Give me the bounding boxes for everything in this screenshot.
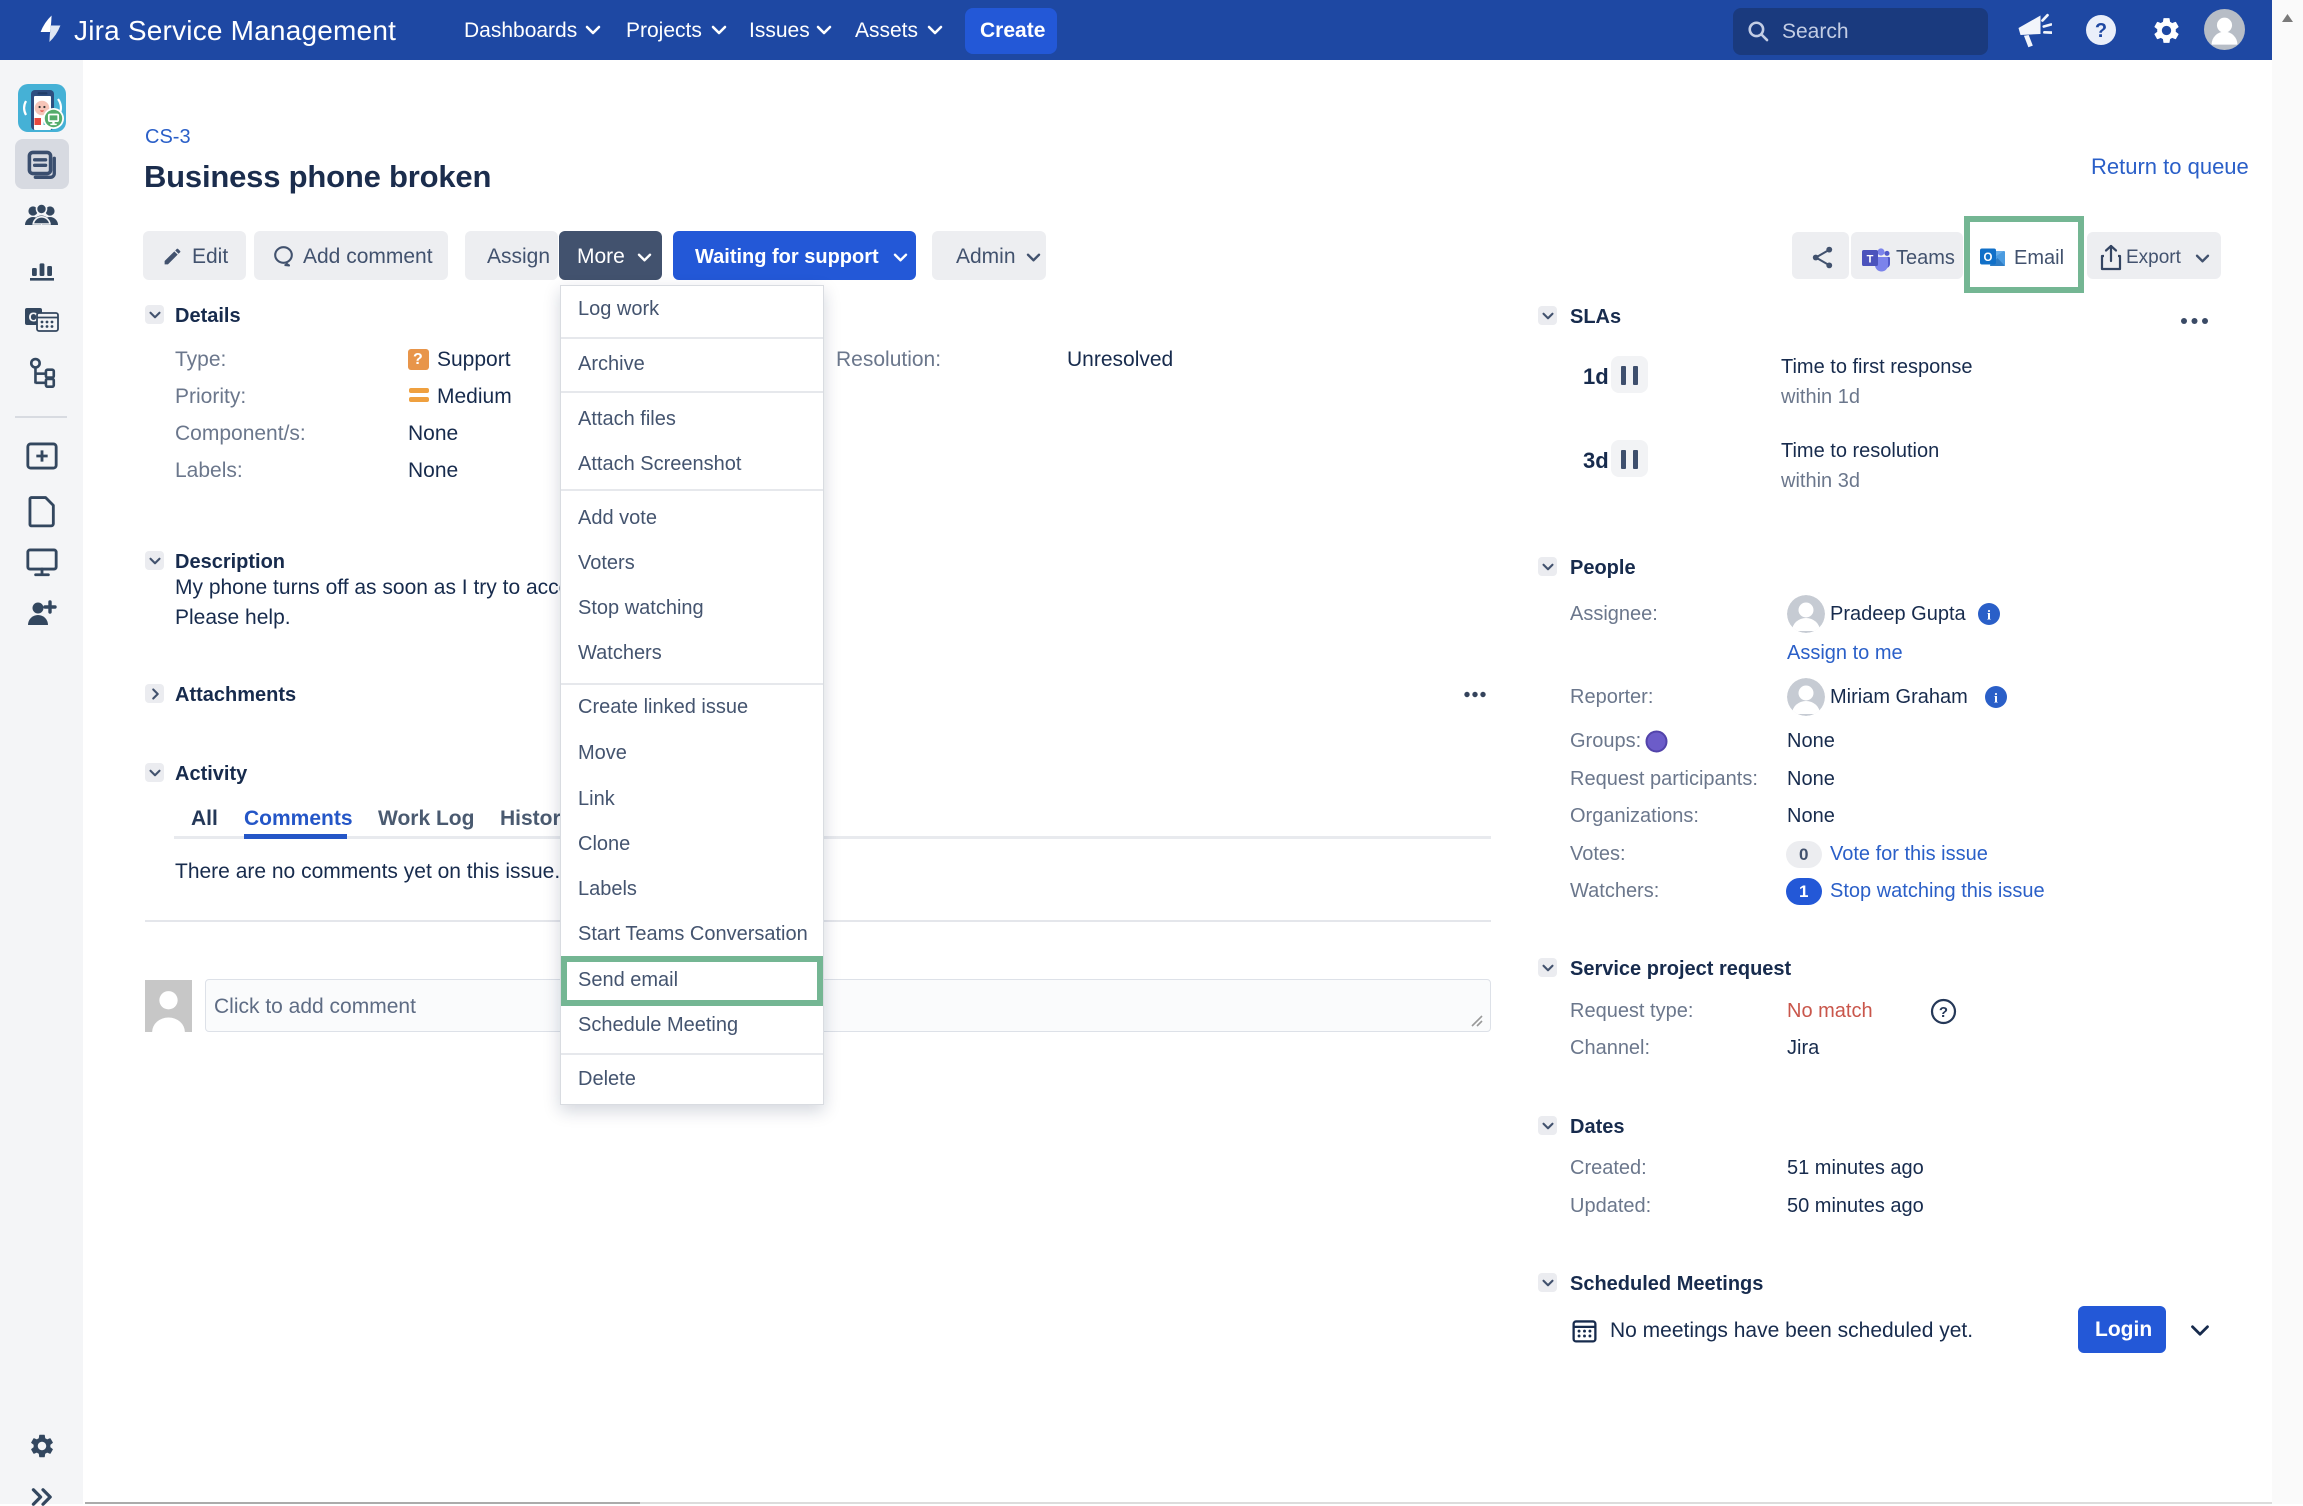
svg-text:i: i [1987,609,1991,624]
svg-text:?: ? [1939,1004,1948,1021]
svg-text:?: ? [2095,20,2107,42]
svg-text:i: i [1994,692,1998,707]
svg-text:O: O [1984,252,1993,264]
svg-text:T: T [1867,254,1874,266]
